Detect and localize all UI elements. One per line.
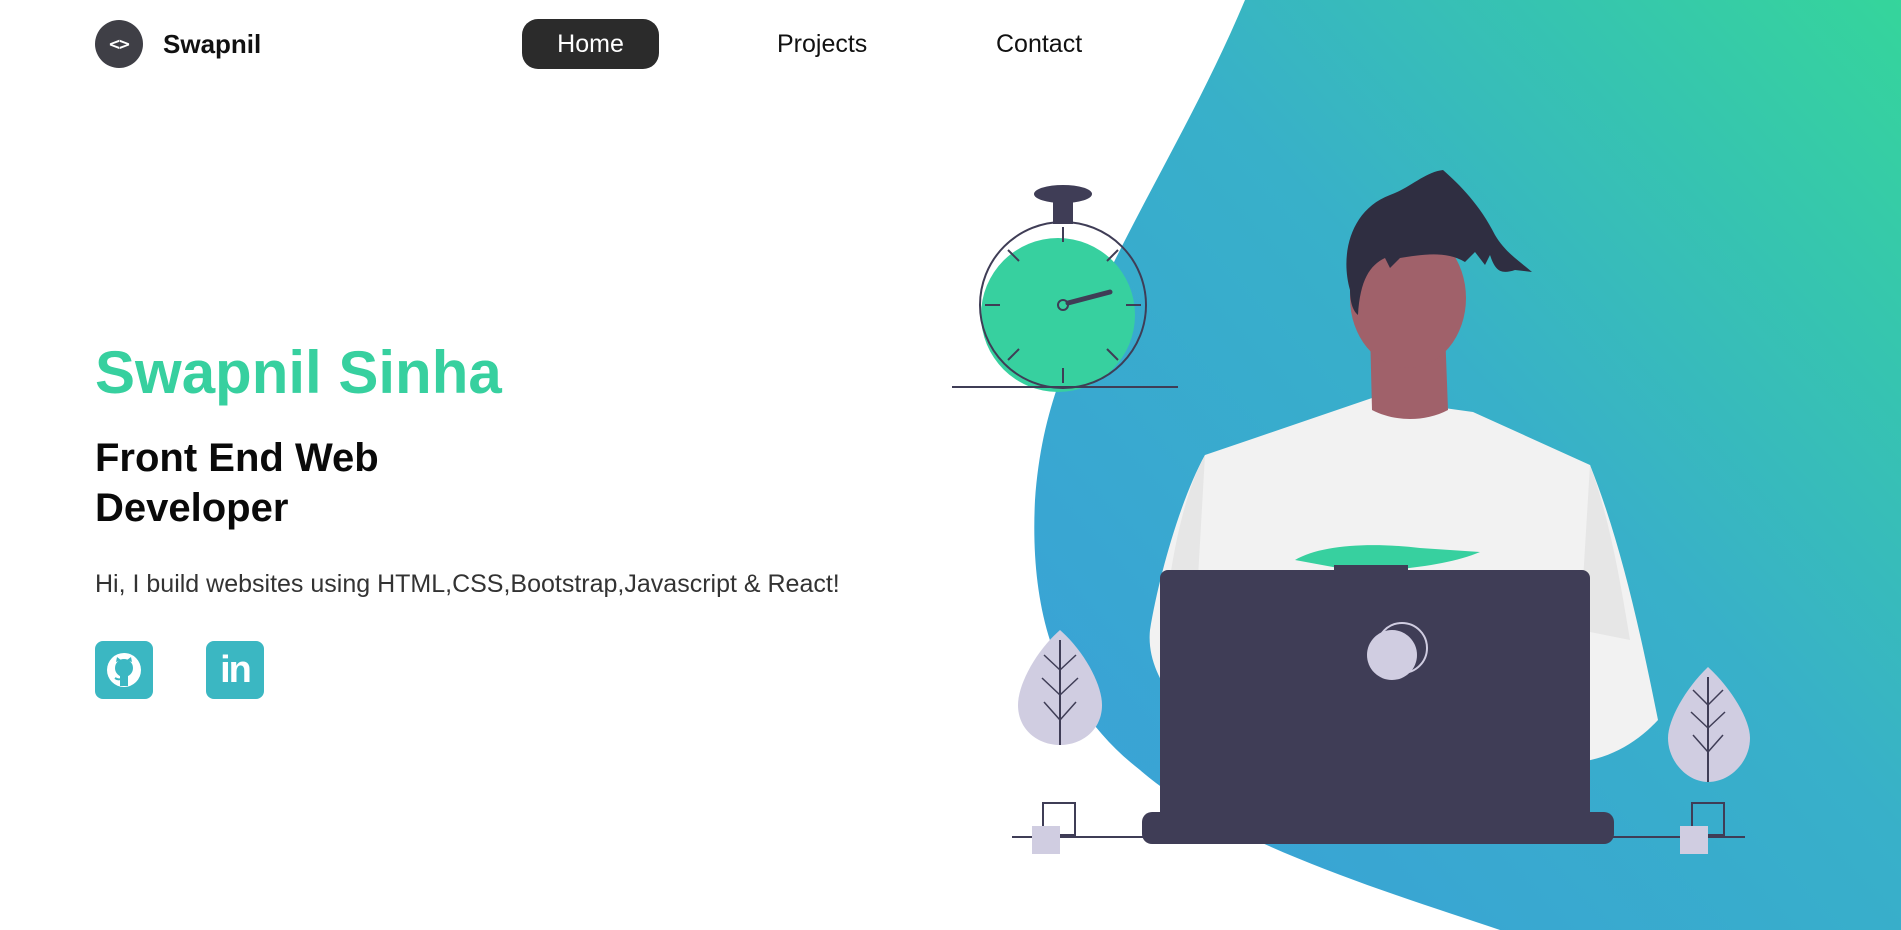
nav-home[interactable]: Home bbox=[522, 19, 659, 69]
plant-left-icon bbox=[1018, 630, 1102, 745]
brand-name: Swapnil bbox=[163, 28, 262, 59]
navbar: <> Swapnil Home Projects Contact bbox=[0, 0, 1901, 90]
stopwatch-icon bbox=[952, 185, 1178, 392]
hero-intro: Hi, I build websites using HTML,CSS,Boot… bbox=[95, 570, 840, 598]
code-brackets-icon: <> bbox=[95, 20, 143, 68]
brand-logo-text: <> bbox=[109, 33, 130, 55]
plant-right-icon bbox=[1668, 667, 1750, 782]
laptop-icon bbox=[1142, 565, 1614, 844]
nav-projects[interactable]: Projects bbox=[777, 19, 867, 69]
hero-role: Front End Web Developer bbox=[95, 436, 379, 530]
linkedin-icon: in bbox=[220, 648, 252, 691]
linkedin-link[interactable]: in bbox=[206, 641, 264, 699]
nav-contact[interactable]: Contact bbox=[996, 19, 1082, 69]
github-icon bbox=[107, 653, 141, 687]
github-link[interactable] bbox=[95, 641, 153, 699]
developer-illustration bbox=[952, 170, 1750, 854]
brand[interactable]: <> Swapnil bbox=[95, 20, 261, 68]
hero-name: Swapnil Sinha bbox=[95, 339, 502, 406]
